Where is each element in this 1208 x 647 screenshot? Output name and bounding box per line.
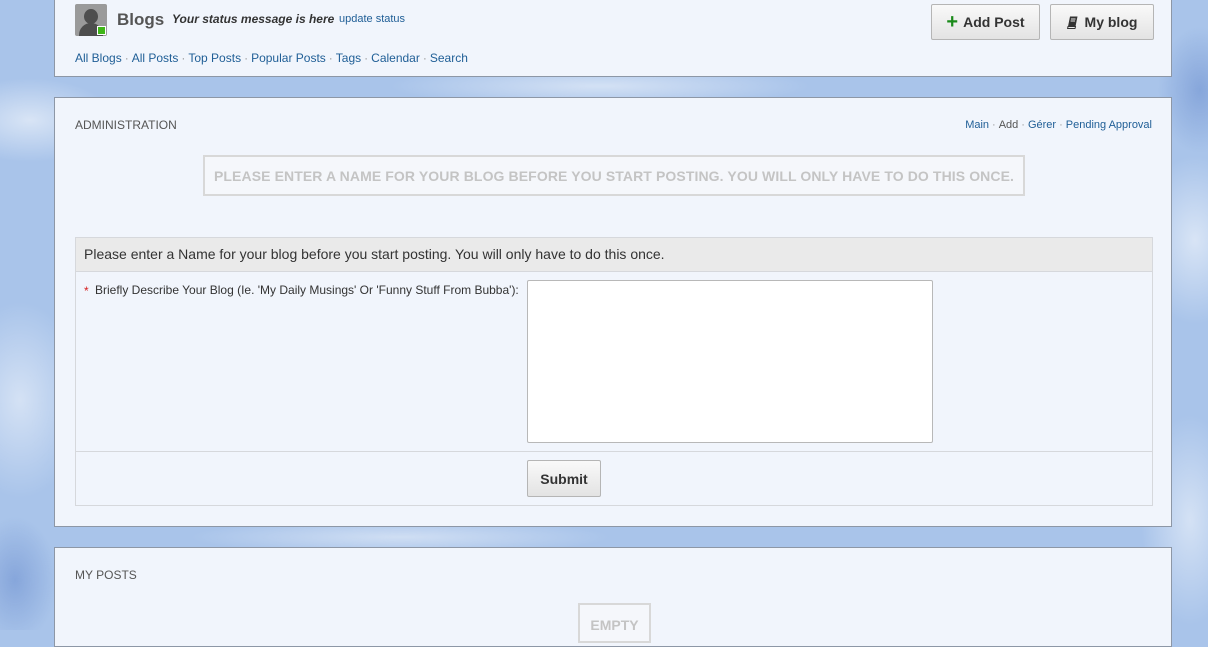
blog-description-label: Briefly Describe Your Blog (Ie. 'My Dail… [95, 283, 519, 297]
admin-nav: Main · Add · Gérer · Pending Approval [965, 119, 1152, 131]
plus-icon: + [946, 11, 959, 33]
update-status-link[interactable]: update status [339, 13, 405, 25]
blog-name-form: Please enter a Name for your blog before… [75, 237, 1153, 506]
admin-nav-separator: · [1059, 119, 1063, 131]
admin-link-add[interactable]: Add [999, 119, 1019, 131]
nav-popular-posts[interactable]: Popular Posts [251, 51, 326, 65]
my-posts-panel: MY POSTS Empty [54, 547, 1172, 647]
nav-separator: · [181, 51, 186, 65]
nav-top-posts[interactable]: Top Posts [188, 51, 241, 65]
my-blog-label: My blog [1084, 14, 1138, 30]
nav-search[interactable]: Search [430, 51, 468, 65]
required-marker: * [84, 284, 89, 298]
online-status-icon [97, 26, 106, 35]
avatar-head-shape [84, 9, 98, 24]
page-title: Blogs [117, 10, 165, 29]
avatar[interactable] [75, 4, 107, 36]
admin-link-main[interactable]: Main [965, 119, 989, 131]
nav-separator: · [364, 51, 369, 65]
form-divider [76, 451, 1152, 452]
admin-nav-separator: · [1021, 119, 1025, 131]
book-icon-graphic [1066, 16, 1078, 29]
nav-calendar[interactable]: Calendar [371, 51, 420, 65]
nav-all-blogs[interactable]: All Blogs [75, 51, 122, 65]
nav-separator: · [328, 51, 333, 65]
blog-description-textarea[interactable] [527, 280, 933, 443]
blog-header-panel: Blogs Your status message is here update… [54, 0, 1172, 77]
admin-link-pending-approval[interactable]: Pending Approval [1066, 119, 1152, 131]
book-icon [1066, 16, 1078, 29]
nav-separator: · [244, 51, 249, 65]
nav-separator: · [422, 51, 427, 65]
nav-separator: · [124, 51, 129, 65]
submit-button[interactable]: Submit [527, 460, 601, 497]
empty-state-label: Empty [578, 603, 651, 643]
nav-all-posts[interactable]: All Posts [132, 51, 179, 65]
notice-message: Please enter a Name for your blog before… [203, 155, 1025, 196]
add-post-button[interactable]: + Add Post [931, 4, 1040, 40]
admin-nav-separator: · [992, 119, 996, 131]
form-heading: Please enter a Name for your blog before… [76, 238, 1152, 272]
add-post-label: Add Post [963, 14, 1025, 30]
nav-tags[interactable]: Tags [336, 51, 361, 65]
my-posts-title: MY POSTS [75, 568, 137, 582]
administration-panel: ADMINISTRATION Main · Add · Gérer · Pending Ap… [54, 97, 1172, 527]
status-message: Your status message is here [172, 12, 335, 26]
admin-link-gerer[interactable]: Gérer [1028, 119, 1056, 131]
administration-title: ADMINISTRATION [75, 118, 177, 132]
my-blog-button[interactable]: My blog [1050, 4, 1154, 40]
blog-nav: All Blogs · All Posts · Top Posts · Popular Po… [75, 51, 468, 65]
